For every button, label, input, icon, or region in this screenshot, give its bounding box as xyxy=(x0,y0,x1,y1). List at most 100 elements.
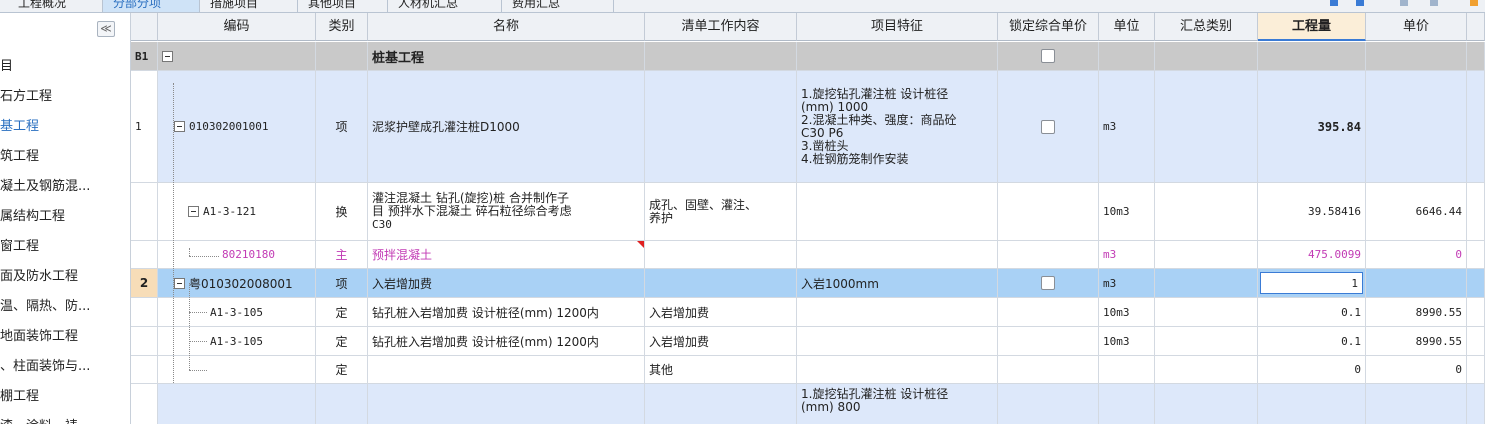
code-cell[interactable]: 010302001001 xyxy=(158,71,316,183)
summary-cell[interactable] xyxy=(1155,327,1258,356)
code-cell[interactable]: 80210180 xyxy=(158,241,316,269)
feature-cell[interactable]: 1.旋挖钻孔灌注桩 设计桩径 (mm) 1000 2.混凝土种类、强度：商品砼 … xyxy=(797,71,998,183)
name-cell[interactable]: 灌注混凝土 钻孔(旋挖)桩 合并制作子 目 预拌水下混凝土 碎石粒径综合考虑 C… xyxy=(368,183,645,241)
work-cell[interactable]: 成孔、固壁、灌注、 养护 xyxy=(645,183,797,241)
code-cell[interactable] xyxy=(158,384,316,424)
sidebar-item[interactable]: 属结构工程 xyxy=(0,202,130,232)
work-cell[interactable] xyxy=(645,241,797,269)
qty-cell[interactable]: 0.1 xyxy=(1258,298,1366,327)
qty-cell[interactable]: 475.0099 xyxy=(1258,241,1366,269)
summary-cell[interactable] xyxy=(1155,183,1258,241)
feature-cell[interactable] xyxy=(797,241,998,269)
code-cell[interactable] xyxy=(158,42,316,71)
summary-cell[interactable] xyxy=(1155,356,1258,384)
table-row-selected[interactable]: 2 粤010302008001 项 入岩增加费 入岩1000mm m3 1 xyxy=(131,269,1485,298)
qty-cell[interactable]: 0.1 xyxy=(1258,327,1366,356)
collapse-toggle-icon[interactable] xyxy=(174,121,185,132)
summary-cell[interactable] xyxy=(1155,42,1258,71)
qty-cell[interactable]: 395.84 xyxy=(1258,71,1366,183)
sidebar-item[interactable]: 面及防水工程 xyxy=(0,262,130,292)
unit-cell[interactable]: 10m3 xyxy=(1099,183,1155,241)
sidebar-item-active[interactable]: 基工程 xyxy=(0,112,130,142)
collapse-sidebar-button[interactable]: ≪ xyxy=(97,21,115,37)
feature-cell[interactable]: 1.旋挖钻孔灌注桩 设计桩径 (mm) 800 xyxy=(797,384,998,424)
col-header-work-content[interactable]: 清单工作内容 xyxy=(645,13,797,41)
type-cell[interactable] xyxy=(316,384,368,424)
work-cell[interactable] xyxy=(645,384,797,424)
unit-cell[interactable] xyxy=(1099,42,1155,71)
feature-cell[interactable]: 入岩1000mm xyxy=(797,269,998,298)
sidebar-item[interactable]: 石方工程 xyxy=(0,82,130,112)
feature-cell[interactable] xyxy=(797,327,998,356)
code-cell[interactable]: A1-3-105 xyxy=(158,327,316,356)
tab-items[interactable]: 分部分项 xyxy=(103,0,200,12)
name-cell[interactable]: 钻孔桩入岩增加费 设计桩径(mm) 1200内 xyxy=(368,327,645,356)
tab-overview[interactable]: 工程概况 xyxy=(8,0,103,12)
sidebar-item[interactable]: 、柱面装饰与... xyxy=(0,352,130,382)
price-cell[interactable]: 6646.44 xyxy=(1366,183,1467,241)
price-cell[interactable] xyxy=(1366,269,1467,298)
summary-cell[interactable] xyxy=(1155,384,1258,424)
price-cell[interactable] xyxy=(1366,42,1467,71)
unit-cell[interactable]: 10m3 xyxy=(1099,327,1155,356)
unit-cell[interactable]: m3 xyxy=(1099,241,1155,269)
quantity-input[interactable]: 1 xyxy=(1260,272,1363,294)
col-header-type[interactable]: 类别 xyxy=(316,13,368,41)
qty-cell[interactable] xyxy=(1258,384,1366,424)
code-cell[interactable]: 粤010302008001 xyxy=(158,269,316,298)
sidebar-item[interactable]: 窗工程 xyxy=(0,232,130,262)
feature-cell[interactable] xyxy=(797,42,998,71)
table-row[interactable]: 1.旋挖钻孔灌注桩 设计桩径 (mm) 800 xyxy=(131,384,1485,424)
sidebar-item[interactable]: 目 xyxy=(0,52,130,82)
price-cell[interactable]: 0 xyxy=(1366,356,1467,384)
toolbar-warning-icon[interactable] xyxy=(1470,0,1478,6)
unit-cell[interactable]: m3 xyxy=(1099,71,1155,183)
code-cell[interactable] xyxy=(158,356,316,384)
lock-price-checkbox[interactable] xyxy=(1041,119,1055,134)
lock-price-checkbox[interactable] xyxy=(1041,276,1055,290)
price-cell[interactable] xyxy=(1366,384,1467,424)
table-row[interactable]: 1 010302001001 项 泥浆护壁成孔灌注桩D1000 1.旋挖钻孔灌注… xyxy=(131,71,1485,183)
qty-cell[interactable] xyxy=(1258,42,1366,71)
qty-cell[interactable]: 39.58416 xyxy=(1258,183,1366,241)
sidebar-item[interactable]: 温、隔热、防... xyxy=(0,292,130,322)
qty-cell[interactable]: 1 xyxy=(1258,269,1366,298)
tab-fees[interactable]: 费用汇总 xyxy=(502,0,614,12)
unit-cell[interactable] xyxy=(1099,384,1155,424)
col-header-name[interactable]: 名称 xyxy=(368,13,645,41)
summary-cell[interactable] xyxy=(1155,71,1258,183)
unit-cell[interactable]: 10m3 xyxy=(1099,298,1155,327)
qty-cell[interactable]: 0 xyxy=(1258,356,1366,384)
type-cell[interactable]: 项 xyxy=(316,269,368,298)
table-row[interactable]: A1-3-121 换 灌注混凝土 钻孔(旋挖)桩 合并制作子 目 预拌水下混凝土… xyxy=(131,183,1485,241)
sidebar-item[interactable]: 凝土及钢筋混... xyxy=(0,172,130,202)
table-row[interactable]: A1-3-105 定 钻孔桩入岩增加费 设计桩径(mm) 1200内 入岩增加费… xyxy=(131,298,1485,327)
table-row[interactable]: A1-3-105 定 钻孔桩入岩增加费 设计桩径(mm) 1200内 入岩增加费… xyxy=(131,327,1485,356)
toolbar-left-icon[interactable] xyxy=(1400,0,1408,6)
work-cell[interactable]: 其他 xyxy=(645,356,797,384)
type-cell[interactable]: 定 xyxy=(316,327,368,356)
sidebar-item[interactable]: 地面装饰工程 xyxy=(0,322,130,352)
work-cell[interactable] xyxy=(645,269,797,298)
toolbar-right-icon[interactable] xyxy=(1430,0,1438,6)
name-cell[interactable]: 钻孔桩入岩增加费 设计桩径(mm) 1200内 xyxy=(368,298,645,327)
collapse-toggle-icon[interactable] xyxy=(174,277,185,289)
unit-cell[interactable]: m3 xyxy=(1099,269,1155,298)
toolbar-down-icon[interactable] xyxy=(1356,0,1364,6)
col-header-lock-price[interactable]: 锁定综合单价 xyxy=(998,13,1099,41)
code-cell[interactable]: A1-3-105 xyxy=(158,298,316,327)
name-cell[interactable] xyxy=(368,384,645,424)
tab-materials[interactable]: 人材机汇总 xyxy=(388,0,502,12)
col-header-code[interactable]: 编码 xyxy=(158,13,316,41)
unit-cell[interactable] xyxy=(1099,356,1155,384)
table-row[interactable]: 80210180 主 预拌混凝土 m3 475.0099 0 xyxy=(131,241,1485,269)
type-cell[interactable]: 项 xyxy=(316,71,368,183)
summary-cell[interactable] xyxy=(1155,241,1258,269)
type-cell[interactable]: 主 xyxy=(316,241,368,269)
lock-price-checkbox[interactable] xyxy=(1041,49,1055,63)
code-cell[interactable]: A1-3-121 xyxy=(158,183,316,241)
col-header-quantity[interactable]: 工程量 xyxy=(1258,13,1366,41)
table-row-group[interactable]: B1 桩基工程 xyxy=(131,42,1485,71)
sidebar-item[interactable]: 棚工程 xyxy=(0,382,130,412)
tab-measures[interactable]: 措施项目 xyxy=(200,0,298,12)
